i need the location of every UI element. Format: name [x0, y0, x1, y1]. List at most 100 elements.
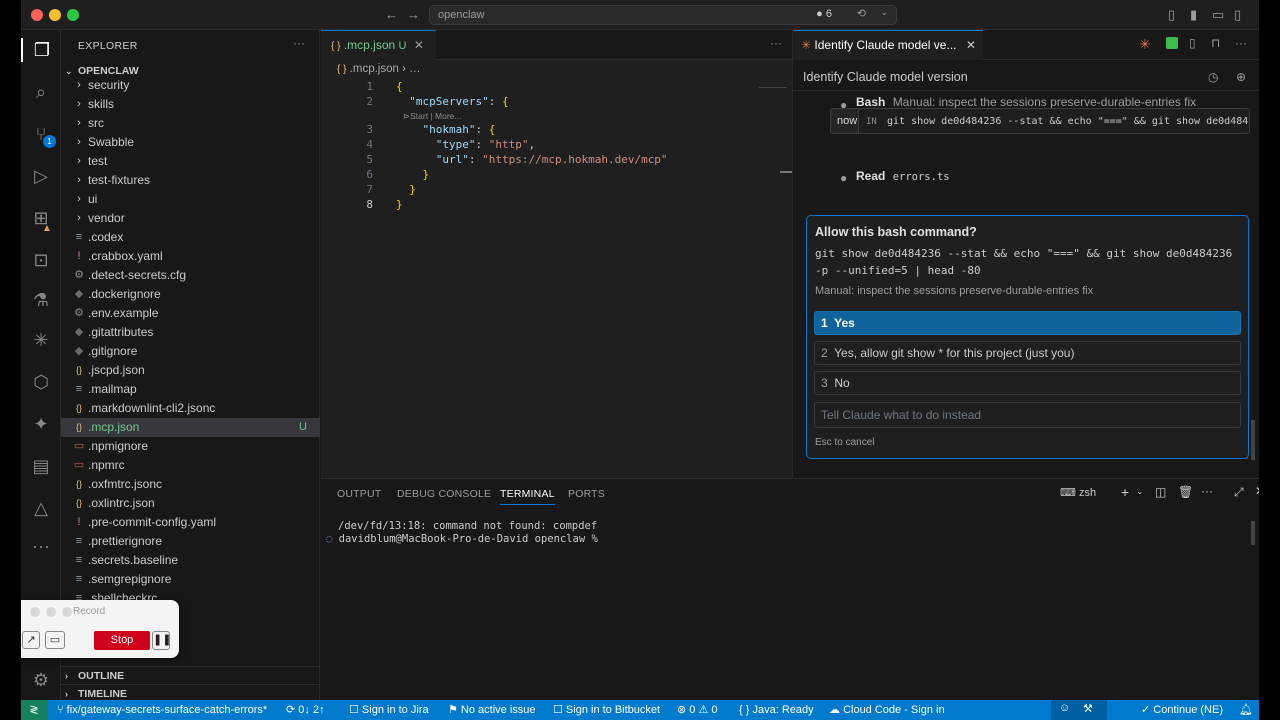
maximize-panel-icon[interactable]: ⤢: [1234, 485, 1244, 500]
folder-item[interactable]: › Swabble: [61, 133, 320, 152]
kill-terminal-icon[interactable]: 🗑︎: [1178, 485, 1193, 499]
new-terminal-icon[interactable]: +: [1121, 484, 1129, 500]
breadcrumb[interactable]: { } .mcp.json › …: [337, 63, 421, 75]
extensions-icon[interactable]: ⊞ ▲: [29, 206, 53, 234]
continue-status[interactable]: ✓ Continue (NE): [1141, 700, 1223, 720]
split-editor-icon[interactable]: ▯: [1189, 36, 1196, 50]
source-control-icon[interactable]: ⑂ 1: [29, 122, 56, 148]
branch-indicator[interactable]: ⑂ fix/gateway-secrets-surface-catch-erro…: [57, 700, 267, 720]
gemini-icon[interactable]: ✦: [29, 412, 53, 436]
copilot-status-area[interactable]: ☺ ⚒: [1051, 700, 1107, 720]
instruction-input[interactable]: Tell Claude what to do instead: [814, 402, 1241, 428]
problems-indicator[interactable]: ⊗ 0 ⚠ 0: [677, 700, 718, 720]
file-item[interactable]: ≡ .semgrepignore: [61, 570, 320, 589]
forward-arrow-icon[interactable]: →: [407, 7, 420, 23]
toggle-bottom-panel-icon[interactable]: ▭: [1212, 7, 1224, 23]
option-yes-allow-project-button[interactable]: 2 Yes, allow git show * for this project…: [814, 341, 1241, 365]
stop-recording-button[interactable]: Stop: [94, 631, 150, 650]
run-debug-icon[interactable]: ▷: [29, 164, 53, 188]
tab-output[interactable]: OUTPUT: [337, 488, 381, 500]
extension-status-icon[interactable]: [1166, 37, 1178, 49]
folder-item[interactable]: › ui: [61, 190, 320, 209]
screen-area-icon[interactable]: ▭: [45, 631, 65, 649]
more-actions-icon[interactable]: ···: [1201, 484, 1213, 498]
file-item[interactable]: ≡ .codex: [61, 228, 320, 247]
tab-mcp-json[interactable]: { } .mcp.json U ✕: [321, 30, 436, 60]
minimap[interactable]: [759, 78, 787, 88]
more-actions-icon[interactable]: ···: [293, 36, 305, 50]
close-tab-icon[interactable]: ✕: [414, 38, 424, 52]
file-item[interactable]: ◆ .gitignore: [61, 342, 320, 361]
record-zoom-button[interactable]: [62, 607, 72, 617]
file-item[interactable]: {} .oxlintrc.json: [61, 494, 320, 513]
testing-icon[interactable]: ⚗: [29, 288, 53, 312]
terminal-shell-selector[interactable]: ⌨ zsh: [1060, 486, 1096, 499]
file-item[interactable]: {} .oxfmtrc.jsonc: [61, 475, 320, 494]
terraform-icon[interactable]: △: [29, 496, 53, 520]
terminal-scrollbar[interactable]: [1251, 521, 1255, 545]
file-item[interactable]: ◆ .dockerignore: [61, 285, 320, 304]
jira-sign-in[interactable]: ☐ Sign in to Jira: [349, 700, 429, 720]
scrollbar[interactable]: [780, 171, 792, 173]
notifications-icon[interactable]: 🔔︎: [1239, 700, 1253, 720]
record-close-button[interactable]: [30, 607, 40, 617]
manage-gear-icon[interactable]: ⚙: [29, 668, 53, 692]
lock-icon[interactable]: ⊓: [1211, 36, 1220, 50]
chevron-down-icon[interactable]: ⌄: [880, 7, 888, 18]
folder-item[interactable]: › security: [61, 76, 320, 95]
read-filename[interactable]: errors.ts: [893, 171, 950, 183]
active-issue[interactable]: ⚑ No active issue: [448, 700, 536, 720]
back-arrow-icon[interactable]: ←: [385, 7, 398, 23]
editor-more-actions-icon[interactable]: ···: [770, 36, 782, 50]
outline-section[interactable]: › OUTLINE: [61, 666, 320, 684]
record-minimize-button[interactable]: [46, 607, 56, 617]
claude-icon[interactable]: ✳: [1139, 36, 1151, 53]
file-item[interactable]: ≡ .prettierignore: [61, 532, 320, 551]
chat-sessions-icon[interactable]: ⟲: [857, 7, 866, 20]
option-no-button[interactable]: 3 No: [814, 371, 1241, 395]
file-item[interactable]: ⚙ .env.example: [61, 304, 320, 323]
folder-item[interactable]: › test-fixtures: [61, 171, 320, 190]
option-yes-button[interactable]: 1 Yes: [814, 311, 1241, 335]
file-item[interactable]: ▭ .npmignore: [61, 437, 320, 456]
close-window-button[interactable]: [31, 9, 43, 21]
remote-indicator-icon[interactable]: ≷: [21, 700, 47, 720]
toggle-secondary-sidebar-icon[interactable]: ▯: [1234, 7, 1241, 23]
codelens[interactable]: ⊳Start | More...: [403, 111, 461, 122]
more-actions-icon[interactable]: ···: [1235, 36, 1247, 50]
history-icon[interactable]: ◷: [1208, 70, 1218, 84]
folder-item[interactable]: › vendor: [61, 209, 320, 228]
chat-scrollbar[interactable]: [1251, 420, 1255, 460]
folder-item[interactable]: › test: [61, 152, 320, 171]
file-item[interactable]: ≡ .secrets.baseline: [61, 551, 320, 570]
command-center-search[interactable]: openclaw ● 6 ⟲ ⌄: [429, 5, 897, 25]
file-item[interactable]: ! .crabbox.yaml: [61, 247, 320, 266]
file-item[interactable]: ⚙ .detect-secrets.cfg: [61, 266, 320, 285]
folder-item[interactable]: › skills: [61, 95, 320, 114]
toggle-primary-sidebar-icon[interactable]: ▯: [1168, 7, 1175, 23]
tab-ports[interactable]: PORTS: [568, 488, 605, 500]
minimize-window-button[interactable]: [49, 9, 61, 21]
file-item[interactable]: {} .markdownlint-cli2.jsonc: [61, 399, 320, 418]
claude-icon[interactable]: ✳: [29, 328, 53, 352]
folder-item[interactable]: › src: [61, 114, 320, 133]
file-item[interactable]: ≡ .mailmap: [61, 380, 320, 399]
file-item[interactable]: ! .pre-commit-config.yaml: [61, 513, 320, 532]
file-item[interactable]: ▭ .npmrc: [61, 456, 320, 475]
tab-identify-claude-model[interactable]: ✳ Identify Claude model ve... ✕: [793, 30, 983, 60]
split-terminal-icon[interactable]: ◫: [1155, 485, 1166, 499]
docker-icon[interactable]: ▤: [29, 454, 53, 478]
file-item[interactable]: ◆ .gitattributes: [61, 323, 320, 342]
cloud-code-sign-in[interactable]: ☁ Cloud Code - Sign in: [829, 700, 945, 720]
containers-icon[interactable]: ⬡: [29, 370, 53, 394]
new-chat-icon[interactable]: ⊕: [1236, 70, 1246, 84]
more-views-icon[interactable]: ···: [29, 534, 53, 558]
tab-debug-console[interactable]: DEBUG CONSOLE: [397, 488, 491, 500]
annotate-pen-icon[interactable]: ↗: [22, 631, 40, 649]
tab-terminal[interactable]: TERMINAL: [500, 488, 555, 505]
code-area[interactable]: 1 {2 "mcpServers": {3 "hokmah": {4 "type"…: [339, 79, 759, 469]
remote-explorer-icon[interactable]: ⊡: [29, 248, 53, 272]
bitbucket-sign-in[interactable]: ☐ Sign in to Bitbucket: [553, 700, 660, 720]
pause-icon[interactable]: ❚❚: [152, 631, 171, 650]
close-tab-icon[interactable]: ✕: [966, 38, 976, 52]
